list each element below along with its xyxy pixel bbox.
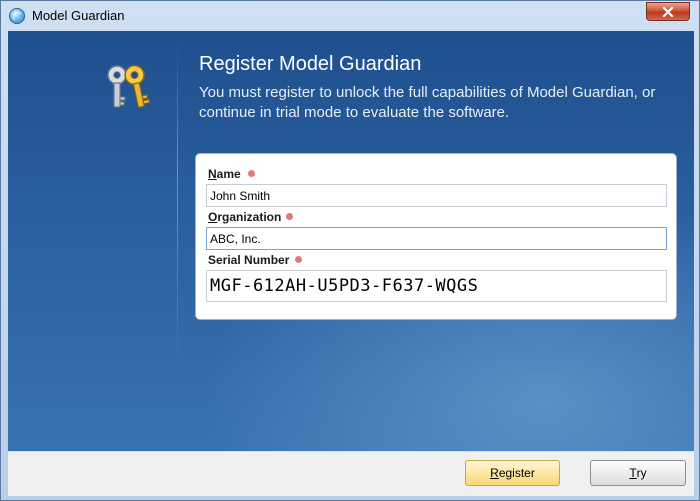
title-bar[interactable]: Model Guardian (1, 1, 699, 31)
app-globe-icon (9, 8, 25, 24)
dialog-description: You must register to unlock the full cap… (199, 84, 656, 121)
close-button[interactable] (646, 2, 690, 21)
serial-number-required-indicator (295, 256, 302, 263)
organization-label: Organization (208, 210, 282, 224)
register-button[interactable]: Register (465, 460, 560, 486)
name-required-indicator (248, 170, 255, 177)
vertical-divider (177, 41, 178, 371)
registration-dialog: Model Guardian Register Model Guardian Y… (0, 0, 700, 501)
serial-number-field[interactable] (206, 270, 667, 302)
close-icon (662, 6, 674, 17)
organization-field[interactable] (206, 227, 667, 250)
serial-number-label: Serial Number (208, 253, 290, 267)
keys-icon (107, 64, 151, 108)
dialog-content: Register Model Guardian You must registe… (8, 31, 694, 451)
dialog-heading: Register Model Guardian (199, 53, 422, 75)
registration-form: Name Organization Serial Number (195, 153, 677, 320)
window-title: Model Guardian (32, 8, 125, 23)
organization-required-indicator (286, 213, 293, 220)
name-field[interactable] (206, 184, 667, 207)
button-bar: Register Try (8, 451, 694, 496)
try-button[interactable]: Try (590, 460, 686, 486)
name-label: Name (208, 167, 241, 181)
